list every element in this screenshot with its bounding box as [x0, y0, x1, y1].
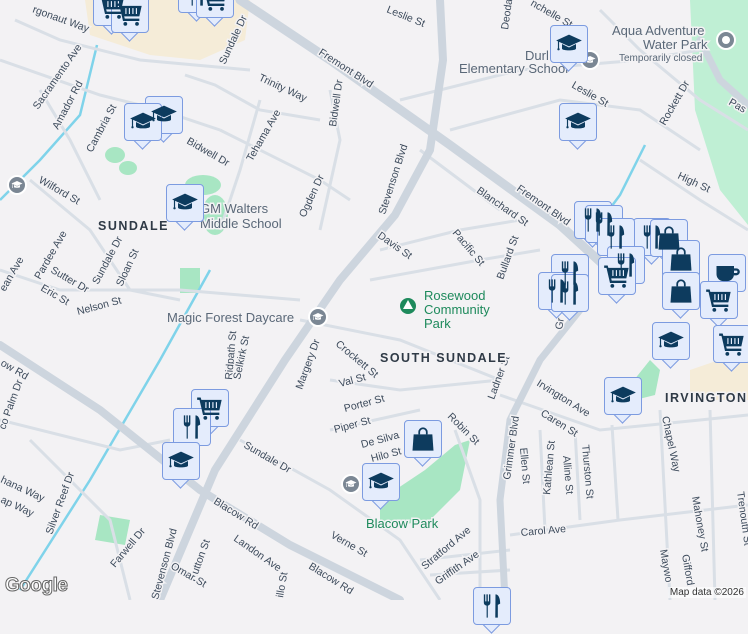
school-poi-icon[interactable]	[7, 175, 27, 195]
place-label: Middle School	[200, 216, 282, 231]
marker-school[interactable]	[362, 463, 400, 509]
restaurant-icon	[556, 279, 584, 307]
place-label: Blacow Park	[366, 516, 439, 531]
school-poi-icon[interactable]	[308, 307, 328, 327]
area-label-irvington: IRVINGTON	[665, 391, 748, 405]
area-label-sundale: SUNDALE	[98, 219, 169, 233]
marker-cart[interactable]	[111, 0, 149, 41]
place-label: Community	[424, 302, 490, 317]
marker-restaurant[interactable]	[473, 587, 511, 633]
school-icon	[564, 108, 592, 136]
marker-school[interactable]	[162, 442, 200, 488]
place-label: GM Walters	[200, 201, 269, 216]
school-icon	[129, 108, 157, 136]
school-icon	[167, 447, 195, 475]
marker-school[interactable]	[124, 103, 162, 149]
cart-icon	[718, 330, 746, 358]
marker-cart[interactable]	[598, 257, 636, 303]
cart-icon	[201, 0, 229, 13]
marker-school[interactable]	[166, 184, 204, 230]
marker-bag[interactable]	[404, 420, 442, 466]
area-label-south-sundale: SOUTH SUNDALE	[380, 351, 507, 365]
place-label: Rosewood	[424, 288, 485, 303]
restaurant-icon	[178, 413, 206, 441]
place-label: Park	[424, 316, 451, 331]
coffee-icon	[713, 259, 741, 287]
marker-school[interactable]	[559, 103, 597, 149]
marker-cart[interactable]	[196, 0, 234, 26]
marker-school[interactable]	[604, 377, 642, 423]
school-icon	[367, 468, 395, 496]
marker-restaurant[interactable]	[551, 274, 589, 320]
place-label: Magic Forest Daycare	[167, 310, 294, 325]
map-attribution[interactable]: Map data ©2026	[668, 587, 746, 598]
park-pin-icon[interactable]	[400, 298, 416, 314]
cart-icon	[603, 262, 631, 290]
school-icon	[609, 382, 637, 410]
shopping-bag-icon	[667, 245, 695, 273]
marker-cart[interactable]	[713, 325, 748, 371]
school-icon	[555, 30, 583, 58]
restaurant-icon	[478, 592, 506, 620]
google-logo[interactable]: Google	[5, 575, 67, 597]
place-status: Temporarily closed	[619, 53, 702, 64]
restaurant-icon	[602, 223, 630, 251]
school-poi-icon[interactable]	[341, 474, 361, 494]
place-label: Water Park	[643, 37, 708, 52]
marker-school[interactable]	[652, 322, 690, 368]
water-park-poi-icon[interactable]	[716, 30, 736, 50]
cart-icon	[116, 0, 144, 28]
marker-bag[interactable]	[662, 272, 700, 318]
shopping-bag-icon	[667, 277, 695, 305]
school-icon	[657, 327, 685, 355]
shopping-bag-icon	[409, 425, 437, 453]
marker-cart[interactable]	[700, 281, 738, 327]
place-label: Aqua Adventure	[612, 23, 705, 38]
cart-icon	[705, 286, 733, 314]
marker-school[interactable]	[550, 25, 588, 71]
school-icon	[171, 189, 199, 217]
